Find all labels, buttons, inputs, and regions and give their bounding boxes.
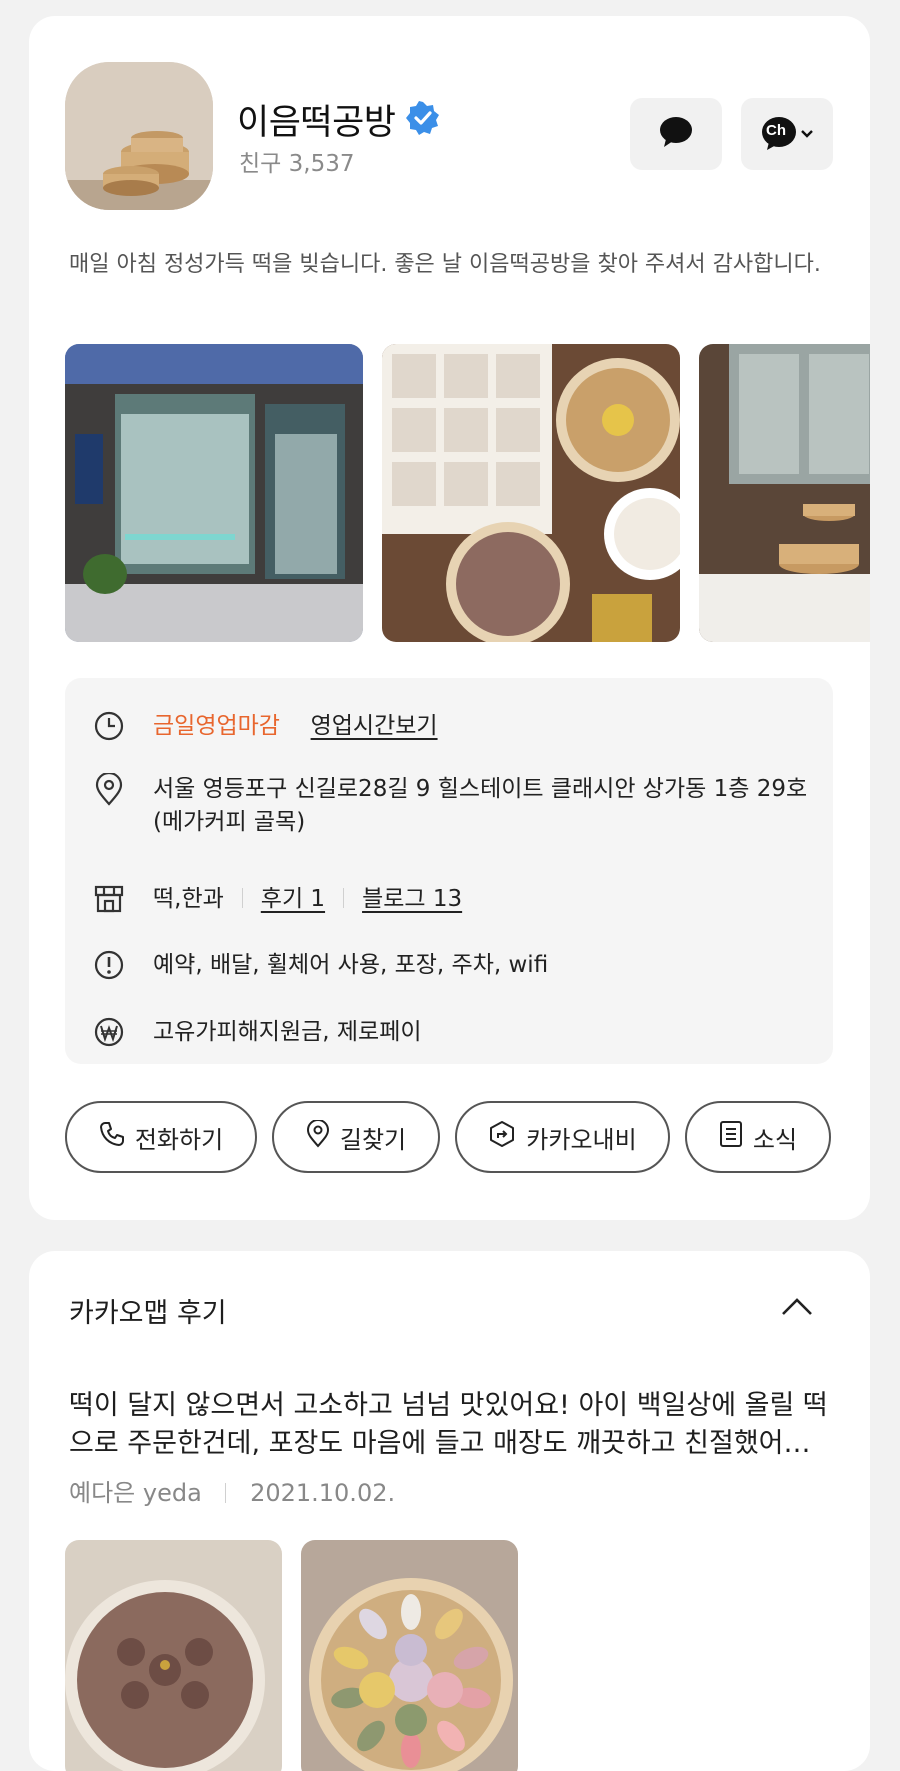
- exclamation-circle-icon: [93, 949, 125, 981]
- interior-photo[interactable]: [699, 344, 870, 642]
- business-name: 이음떡공방: [237, 103, 396, 143]
- review-photo[interactable]: [301, 1540, 518, 1771]
- location-pin-icon: [306, 1119, 330, 1154]
- category-text: 떡,한과: [153, 886, 224, 912]
- chevron-down-icon: [801, 130, 813, 138]
- chat-bubble-icon: [658, 115, 694, 153]
- clock-icon: [93, 710, 125, 742]
- call-label: 전화하기: [134, 1125, 224, 1154]
- hours-link[interactable]: 영업시간보기: [311, 713, 438, 739]
- channel-ch-icon: Ch: [761, 116, 813, 152]
- separator: [343, 888, 345, 908]
- rice-cake-box-photo[interactable]: [382, 344, 680, 642]
- blog-count-link[interactable]: 블로그 13: [362, 886, 462, 912]
- store-icon: [93, 883, 125, 915]
- review-date: 2021.10.02.: [250, 1479, 396, 1507]
- address-link[interactable]: 서울 영등포구 신길로28길 9 힐스테이트 클래시안 상가동 1층 29호 (…: [153, 773, 813, 839]
- review-meta: 예다은 yeda 2021.10.02.: [69, 1473, 395, 1508]
- collapse-button[interactable]: [777, 1289, 817, 1329]
- profile-avatar[interactable]: [65, 62, 213, 210]
- business-description: 매일 아침 정성가득 떡을 빚습니다. 좋은 날 이음떡공방을 찾아 주셔서 감…: [69, 252, 821, 277]
- chat-button[interactable]: [630, 98, 722, 170]
- channel-ch-text: Ch: [766, 122, 786, 139]
- navigation-hexagon-icon: [488, 1120, 516, 1154]
- profile-card: 이음떡공방 친구 3,537 Ch 매일 아침 정성가득 떡을 빚습니다. 좋은…: [29, 16, 870, 1220]
- location-pin-icon: [93, 771, 125, 806]
- won-currency-icon: [93, 1016, 125, 1048]
- phone-icon: [99, 1121, 125, 1153]
- channel-menu-button[interactable]: Ch: [741, 98, 833, 170]
- review-author: 예다은 yeda: [69, 1479, 202, 1507]
- verified-badge-icon: [405, 100, 440, 139]
- separator: [225, 1483, 227, 1503]
- storefront-photo[interactable]: [65, 344, 363, 642]
- payments-text: 고유가피해지원금, 제로페이: [153, 1019, 422, 1045]
- review-text[interactable]: 떡이 달지 않으면서 고소하고 넘넘 맛있어요! 아이 백일상에 올릴 떡으로 …: [69, 1387, 839, 1463]
- document-list-icon: [719, 1120, 743, 1154]
- reviews-count-link[interactable]: 후기 1: [261, 886, 325, 912]
- hours-status: 금일영업마감: [153, 713, 280, 739]
- news-label: 소식: [752, 1125, 798, 1154]
- reviews-section-title: 카카오맵 후기: [69, 1298, 227, 1329]
- business-info-box: 금일영업마감 영업시간보기 서울 영등포구 신길로28길 9 힐스테이트 클래시…: [65, 678, 833, 1064]
- friends-count: 친구 3,537: [239, 151, 355, 177]
- call-button[interactable]: 전화하기: [65, 1101, 257, 1173]
- review-photo[interactable]: [65, 1540, 282, 1771]
- directions-label: 길찾기: [339, 1125, 407, 1154]
- facilities-text: 예약, 배달, 휠체어 사용, 포장, 주차, wifi: [153, 952, 549, 978]
- reviews-card: 카카오맵 후기 떡이 달지 않으면서 고소하고 넘넘 맛있어요! 아이 백일상에…: [29, 1251, 870, 1771]
- news-button[interactable]: 소식: [685, 1101, 831, 1173]
- chevron-up-icon: [781, 1298, 813, 1320]
- photo-carousel[interactable]: [65, 344, 870, 642]
- separator: [241, 888, 243, 908]
- kakao-navi-button[interactable]: 카카오내비: [455, 1101, 670, 1173]
- directions-button[interactable]: 길찾기: [272, 1101, 440, 1173]
- kakao-navi-label: 카카오내비: [526, 1125, 637, 1154]
